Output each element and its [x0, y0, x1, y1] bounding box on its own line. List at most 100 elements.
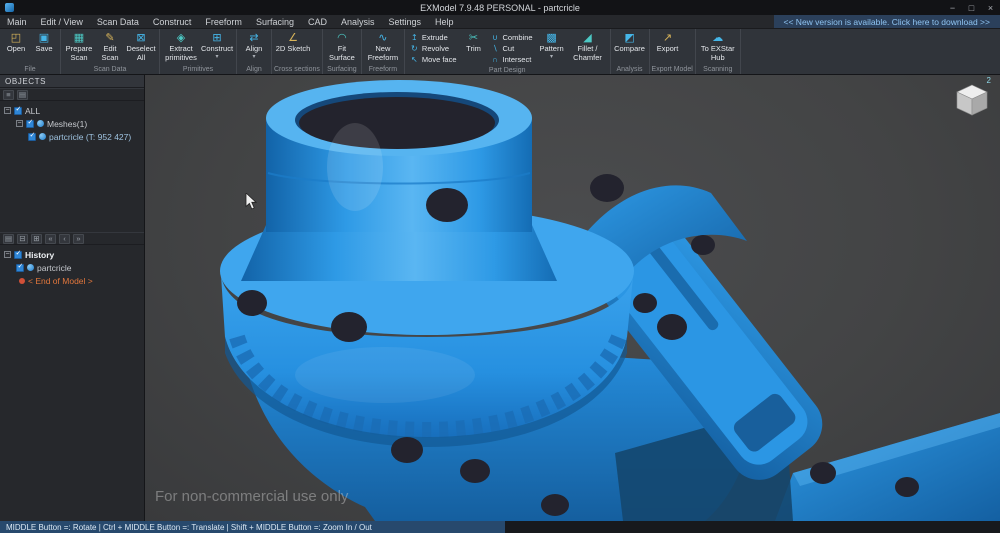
checkbox[interactable] — [26, 120, 34, 128]
fit-surface-button[interactable]: ◠ Fit Surface — [325, 30, 359, 64]
view-mode-icon[interactable]: ▤ — [17, 90, 28, 100]
align-button[interactable]: ⇄ Align ▾ — [239, 30, 269, 64]
export-label: Export — [657, 45, 679, 54]
window-controls: − □ × — [943, 0, 1000, 15]
history-root-label: History — [25, 250, 54, 260]
fillet-chamfer-button[interactable]: ◢ Fillet / Chamfer — [568, 30, 608, 65]
group-label-part-design: Part Design — [407, 65, 608, 75]
fit-surface-label: Fit Surface — [325, 45, 359, 62]
extract-primitives-label: Extract primitives — [162, 45, 200, 62]
objects-tree: − ALL − Meshes(1) partcricle (T: 952 427… — [0, 101, 144, 146]
mesh-icon — [27, 264, 34, 271]
update-notice-link[interactable]: << New version is available. Click here … — [774, 15, 1000, 28]
ribbon-toolbar: ◰ Open ▣ Save File ▦ Prepare Scan ✎ Edit… — [0, 29, 1000, 75]
menu-main[interactable]: Main — [0, 15, 34, 28]
tree-view-icon[interactable]: ▤ — [3, 234, 14, 244]
save-label: Save — [35, 45, 52, 54]
intersect-button[interactable]: ∩ Intersect — [488, 54, 536, 65]
filter-list-icon[interactable]: ≡ — [3, 90, 14, 100]
model-partcricle[interactable] — [145, 75, 1000, 521]
export-button[interactable]: ↗ Export — [652, 30, 684, 64]
extract-primitives-button[interactable]: ◈ Extract primitives — [162, 30, 200, 64]
step-prev-icon[interactable]: ‹ — [59, 234, 70, 244]
history-toolbar: ▤ ⊟ ⊞ « ‹ » — [0, 232, 144, 245]
group-label-cross-sections: Cross sections — [274, 64, 320, 74]
ribbon-group-scan-data: ▦ Prepare Scan ✎ Edit Scan ⊠ Deselect Al… — [61, 29, 160, 74]
objects-panel-header: OBJECTS — [0, 75, 144, 88]
mesh-icon — [39, 133, 46, 140]
history-root-item[interactable]: − History — [0, 248, 144, 261]
move-face-button[interactable]: ↖ Move face — [407, 54, 460, 65]
collapse-icon[interactable]: − — [4, 107, 11, 114]
expand-all-icon[interactable]: ⊞ — [31, 234, 42, 244]
history-end-of-model[interactable]: < End of Model > — [0, 274, 144, 287]
tree-item-partcricle[interactable]: partcricle (T: 952 427) — [0, 130, 144, 143]
maximize-button[interactable]: □ — [962, 0, 981, 15]
chevron-down-icon: ▾ — [550, 54, 553, 60]
mouse-hints-text: MIDDLE Button =: Rotate | Ctrl + MIDDLE … — [6, 523, 372, 532]
group-label-primitives: Primitives — [162, 64, 234, 74]
objects-toolbar: ≡ ▤ — [0, 88, 144, 101]
menu-help[interactable]: Help — [428, 15, 461, 28]
group-label-align: Align — [239, 64, 269, 74]
construct-button[interactable]: ⊞ Construct ▾ — [200, 30, 234, 64]
menu-analysis[interactable]: Analysis — [334, 15, 382, 28]
ribbon-group-cross-sections: ∠ 2D Sketch Cross sections — [272, 29, 323, 74]
step-first-icon[interactable]: « — [45, 234, 56, 244]
ribbon-group-primitives: ◈ Extract primitives ⊞ Construct ▾ Primi… — [160, 29, 237, 74]
titlebar: EXModel 7.9.48 PERSONAL - partcricle − □… — [0, 0, 1000, 15]
compare-button[interactable]: ◩ Compare — [613, 30, 647, 64]
collapse-icon[interactable]: − — [4, 251, 11, 258]
checkbox[interactable] — [14, 251, 22, 259]
menu-scan-data[interactable]: Scan Data — [90, 15, 146, 28]
sidebar-empty-area — [0, 290, 144, 521]
close-button[interactable]: × — [981, 0, 1000, 15]
tree-item-all[interactable]: − ALL — [0, 104, 144, 117]
2d-sketch-button[interactable]: ∠ 2D Sketch — [274, 30, 312, 64]
trim-button[interactable]: ✂ Trim — [460, 30, 488, 65]
statusbar: MIDDLE Button =: Rotate | Ctrl + MIDDLE … — [0, 521, 1000, 533]
tree-label-all: ALL — [25, 106, 40, 116]
objects-panel: OBJECTS ≡ ▤ − ALL − Mesh — [0, 75, 144, 232]
collapse-icon[interactable]: − — [16, 120, 23, 127]
menu-edit-view[interactable]: Edit / View — [34, 15, 90, 28]
2d-sketch-label: 2D Sketch — [276, 45, 311, 54]
prepare-scan-button[interactable]: ▦ Prepare Scan — [63, 30, 95, 64]
edit-scan-button[interactable]: ✎ Edit Scan — [95, 30, 125, 64]
menu-freeform[interactable]: Freeform — [198, 15, 249, 28]
compare-label: Compare — [614, 45, 645, 54]
to-exstar-hub-button[interactable]: ☁ To EXStar Hub — [698, 30, 738, 64]
pattern-button[interactable]: ▩ Pattern ▾ — [536, 30, 568, 65]
prepare-scan-label: Prepare Scan — [63, 45, 95, 62]
menu-settings[interactable]: Settings — [382, 15, 429, 28]
checkbox[interactable] — [28, 133, 36, 141]
revolve-button[interactable]: ↻ Revolve — [407, 43, 460, 54]
app-window: EXModel 7.9.48 PERSONAL - partcricle − □… — [0, 0, 1000, 533]
extrude-button[interactable]: ↥ Extrude — [407, 32, 460, 43]
viewport-3d[interactable]: For non-commercial use only 2 — [145, 75, 1000, 521]
history-panel: ▤ ⊟ ⊞ « ‹ » − History pa — [0, 232, 144, 290]
step-last-icon[interactable]: » — [73, 234, 84, 244]
menu-construct[interactable]: Construct — [146, 15, 199, 28]
revolve-label: Revolve — [422, 44, 449, 53]
combine-button[interactable]: ∪ Combine — [488, 32, 536, 43]
open-button[interactable]: ◰ Open — [2, 30, 30, 64]
tree-item-meshes[interactable]: − Meshes(1) — [0, 117, 144, 130]
revolve-icon: ↻ — [410, 44, 419, 53]
menu-cad[interactable]: CAD — [301, 15, 334, 28]
minimize-button[interactable]: − — [943, 0, 962, 15]
ribbon-group-freeform: ∿ New Freeform Freeform — [362, 29, 405, 74]
new-freeform-button[interactable]: ∿ New Freeform — [364, 30, 402, 64]
collapse-all-icon[interactable]: ⊟ — [17, 234, 28, 244]
menu-surfacing[interactable]: Surfacing — [249, 15, 301, 28]
checkbox[interactable] — [16, 264, 24, 272]
save-button[interactable]: ▣ Save — [30, 30, 58, 64]
view-cube[interactable] — [954, 82, 990, 118]
deselect-all-button[interactable]: ⊠ Deselect All — [125, 30, 157, 64]
history-item-partcricle[interactable]: partcricle — [0, 261, 144, 274]
pattern-label: Pattern — [539, 45, 563, 54]
trim-label: Trim — [466, 45, 481, 54]
group-label-export-model: Export Model — [652, 64, 693, 74]
cut-button[interactable]: ∖ Cut — [488, 43, 536, 54]
checkbox[interactable] — [14, 107, 22, 115]
